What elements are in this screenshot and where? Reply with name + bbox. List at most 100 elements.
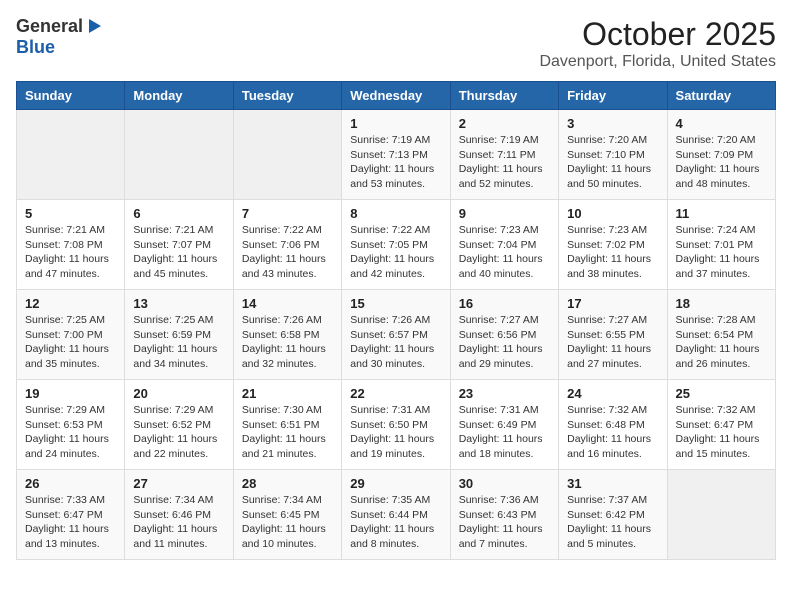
calendar-cell: 28Sunrise: 7:34 AM Sunset: 6:45 PM Dayli… (233, 470, 341, 560)
weekday-header-saturday: Saturday (667, 82, 775, 110)
calendar-cell: 12 Sunrise: 7:25 AM Sunset: 7:00 PM Dayli… (17, 290, 125, 380)
day-info: Sunrise: 7:37 AM Sunset: 6:42 PM Dayligh… (567, 493, 658, 552)
title-area: October 2025 Davenport, Florida, United … (539, 16, 776, 71)
calendar-cell: 27 Sunrise: 7:34 AM Sunset: 6:46 PM Dayli… (125, 470, 233, 560)
weekday-header-monday: Monday (125, 82, 233, 110)
day-info: Sunrise: 7:32 AM Sunset: 6:47 PM Dayligh… (676, 403, 767, 462)
weekday-header-thursday: Thursday (450, 82, 558, 110)
day-number: 6 (133, 206, 224, 221)
day-number: 30 (459, 476, 550, 491)
day-number: 26 (25, 476, 116, 491)
day-number: 24 (567, 386, 658, 401)
day-number: 3 (567, 116, 658, 131)
day-info: Sunrise: 7:19 AM Sunset: 7:11 PM Dayligh… (459, 133, 550, 192)
calendar-cell: 9 Sunrise: 7:23 AM Sunset: 7:04 PM Daylig… (450, 200, 558, 290)
header: General Blue October 2025 Davenport, Flo… (16, 16, 776, 71)
calendar-cell: 20 Sunrise: 7:29 AM Sunset: 6:52 PM Dayli… (125, 380, 233, 470)
day-info: Sunrise: 7:35 AM Sunset: 6:44 PM Dayligh… (350, 493, 441, 552)
day-number: 22 (350, 386, 441, 401)
weekday-header-wednesday: Wednesday (342, 82, 450, 110)
calendar-cell: 8 Sunrise: 7:22 AM Sunset: 7:05 PM Daylig… (342, 200, 450, 290)
day-info: Sunrise: 7:33 AM Sunset: 6:47 PM Dayligh… (25, 493, 116, 552)
day-number: 4 (676, 116, 767, 131)
calendar-cell: 24 Sunrise: 7:32 AM Sunset: 6:48 PM Dayli… (559, 380, 667, 470)
day-number: 11 (676, 206, 767, 221)
calendar-cell: 6 Sunrise: 7:21 AM Sunset: 7:07 PM Daylig… (125, 200, 233, 290)
day-number: 2 (459, 116, 550, 131)
calendar-cell: 2 Sunrise: 7:19 AM Sunset: 7:11 PM Daylig… (450, 110, 558, 200)
logo: General Blue (16, 16, 103, 58)
day-info: Sunrise: 7:29 AM Sunset: 6:53 PM Dayligh… (25, 403, 116, 462)
day-info: Sunrise: 7:36 AM Sunset: 6:43 PM Dayligh… (459, 493, 550, 552)
month-title: October 2025 (539, 16, 776, 53)
day-number: 21 (242, 386, 333, 401)
day-number: 18 (676, 296, 767, 311)
day-number: 5 (25, 206, 116, 221)
calendar-cell: 17 Sunrise: 7:27 AM Sunset: 6:55 PM Dayli… (559, 290, 667, 380)
day-info: Sunrise: 7:28 AM Sunset: 6:54 PM Dayligh… (676, 313, 767, 372)
calendar-cell (233, 110, 341, 200)
calendar-cell (125, 110, 233, 200)
day-number: 9 (459, 206, 550, 221)
calendar-week-row: 26 Sunrise: 7:33 AM Sunset: 6:47 PM Dayli… (17, 470, 776, 560)
calendar-cell: 31Sunrise: 7:37 AM Sunset: 6:42 PM Dayli… (559, 470, 667, 560)
day-info: Sunrise: 7:31 AM Sunset: 6:49 PM Dayligh… (459, 403, 550, 462)
day-info: Sunrise: 7:24 AM Sunset: 7:01 PM Dayligh… (676, 223, 767, 282)
day-number: 27 (133, 476, 224, 491)
day-info: Sunrise: 7:21 AM Sunset: 7:07 PM Dayligh… (133, 223, 224, 282)
calendar-cell: 4Sunrise: 7:20 AM Sunset: 7:09 PM Daylig… (667, 110, 775, 200)
day-number: 29 (350, 476, 441, 491)
day-info: Sunrise: 7:25 AM Sunset: 7:00 PM Dayligh… (25, 313, 116, 372)
day-number: 14 (242, 296, 333, 311)
calendar-week-row: 5 Sunrise: 7:21 AM Sunset: 7:08 PM Daylig… (17, 200, 776, 290)
calendar-cell: 18 Sunrise: 7:28 AM Sunset: 6:54 PM Dayli… (667, 290, 775, 380)
logo-general-text: General (16, 16, 83, 37)
day-number: 13 (133, 296, 224, 311)
weekday-header-sunday: Sunday (17, 82, 125, 110)
day-info: Sunrise: 7:27 AM Sunset: 6:56 PM Dayligh… (459, 313, 550, 372)
day-number: 16 (459, 296, 550, 311)
day-number: 8 (350, 206, 441, 221)
calendar-cell (17, 110, 125, 200)
calendar-cell: 5 Sunrise: 7:21 AM Sunset: 7:08 PM Daylig… (17, 200, 125, 290)
day-number: 10 (567, 206, 658, 221)
day-info: Sunrise: 7:26 AM Sunset: 6:57 PM Dayligh… (350, 313, 441, 372)
day-info: Sunrise: 7:23 AM Sunset: 7:04 PM Dayligh… (459, 223, 550, 282)
calendar-cell: 7Sunrise: 7:22 AM Sunset: 7:06 PM Daylig… (233, 200, 341, 290)
calendar-cell: 19Sunrise: 7:29 AM Sunset: 6:53 PM Dayli… (17, 380, 125, 470)
day-number: 20 (133, 386, 224, 401)
day-info: Sunrise: 7:21 AM Sunset: 7:08 PM Dayligh… (25, 223, 116, 282)
calendar-table: SundayMondayTuesdayWednesdayThursdayFrid… (16, 81, 776, 560)
calendar-cell: 23 Sunrise: 7:31 AM Sunset: 6:49 PM Dayli… (450, 380, 558, 470)
day-info: Sunrise: 7:22 AM Sunset: 7:05 PM Dayligh… (350, 223, 441, 282)
day-number: 12 (25, 296, 116, 311)
day-number: 17 (567, 296, 658, 311)
day-number: 15 (350, 296, 441, 311)
calendar-cell: 14Sunrise: 7:26 AM Sunset: 6:58 PM Dayli… (233, 290, 341, 380)
logo-blue-text: Blue (16, 37, 55, 58)
calendar-cell: 16 Sunrise: 7:27 AM Sunset: 6:56 PM Dayli… (450, 290, 558, 380)
day-info: Sunrise: 7:25 AM Sunset: 6:59 PM Dayligh… (133, 313, 224, 372)
day-info: Sunrise: 7:29 AM Sunset: 6:52 PM Dayligh… (133, 403, 224, 462)
day-info: Sunrise: 7:34 AM Sunset: 6:46 PM Dayligh… (133, 493, 224, 552)
day-number: 23 (459, 386, 550, 401)
logo-flag-icon (85, 17, 103, 35)
calendar-cell: 22 Sunrise: 7:31 AM Sunset: 6:50 PM Dayli… (342, 380, 450, 470)
calendar-cell: 30 Sunrise: 7:36 AM Sunset: 6:43 PM Dayli… (450, 470, 558, 560)
calendar-cell: 29 Sunrise: 7:35 AM Sunset: 6:44 PM Dayli… (342, 470, 450, 560)
day-info: Sunrise: 7:20 AM Sunset: 7:10 PM Dayligh… (567, 133, 658, 192)
day-info: Sunrise: 7:30 AM Sunset: 6:51 PM Dayligh… (242, 403, 333, 462)
day-info: Sunrise: 7:22 AM Sunset: 7:06 PM Dayligh… (242, 223, 333, 282)
calendar-week-row: 1Sunrise: 7:19 AM Sunset: 7:13 PM Daylig… (17, 110, 776, 200)
calendar-cell: 15 Sunrise: 7:26 AM Sunset: 6:57 PM Dayli… (342, 290, 450, 380)
calendar-cell: 1Sunrise: 7:19 AM Sunset: 7:13 PM Daylig… (342, 110, 450, 200)
day-info: Sunrise: 7:19 AM Sunset: 7:13 PM Dayligh… (350, 133, 441, 192)
day-info: Sunrise: 7:31 AM Sunset: 6:50 PM Dayligh… (350, 403, 441, 462)
day-info: Sunrise: 7:34 AM Sunset: 6:45 PM Dayligh… (242, 493, 333, 552)
calendar-cell: 21 Sunrise: 7:30 AM Sunset: 6:51 PM Dayli… (233, 380, 341, 470)
calendar-cell: 26 Sunrise: 7:33 AM Sunset: 6:47 PM Dayli… (17, 470, 125, 560)
day-info: Sunrise: 7:32 AM Sunset: 6:48 PM Dayligh… (567, 403, 658, 462)
calendar-week-row: 19Sunrise: 7:29 AM Sunset: 6:53 PM Dayli… (17, 380, 776, 470)
day-info: Sunrise: 7:27 AM Sunset: 6:55 PM Dayligh… (567, 313, 658, 372)
day-number: 25 (676, 386, 767, 401)
